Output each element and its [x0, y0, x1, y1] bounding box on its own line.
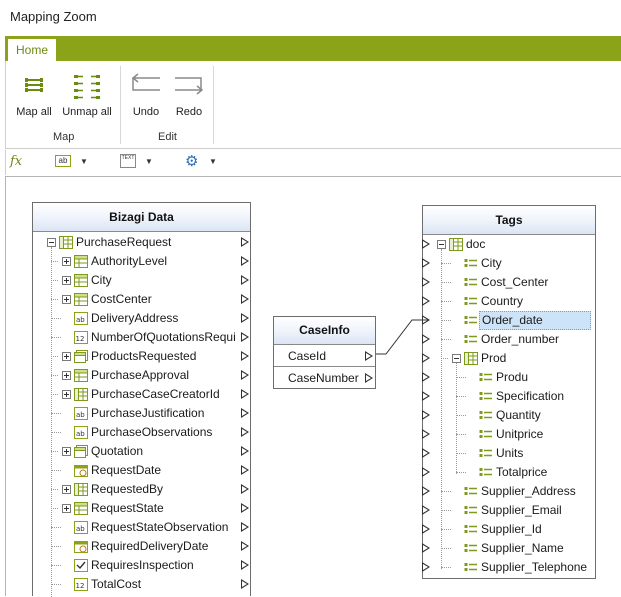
mapping-connector-layer: [376, 319, 428, 355]
mapping-line-caseid-order-date[interactable]: [376, 319, 428, 355]
